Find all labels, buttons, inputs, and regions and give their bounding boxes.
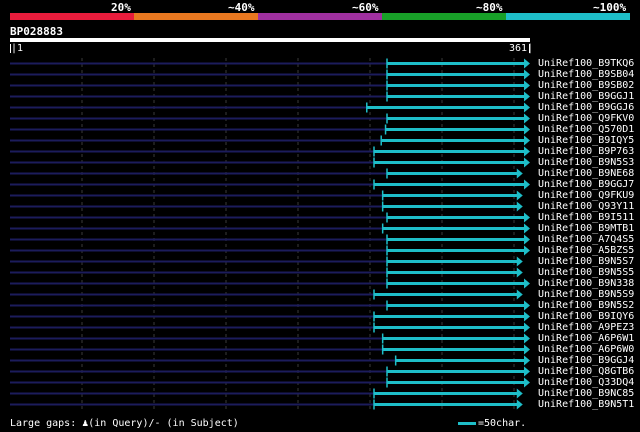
hit-arrowhead [516,256,523,267]
hit-arrowhead [516,399,523,410]
hit-arrowhead [524,212,530,223]
hit-arrowhead [516,190,523,201]
hit-label[interactable]: UniRef100_A7Q4S5 [538,234,634,245]
scale-segment [506,13,630,20]
hit-label[interactable]: UniRef100_A6P6W0 [538,344,634,355]
gap-legend: Large gaps: ♟(in Query)/- (in Subject) [10,418,239,429]
hit-arrowhead [524,234,530,245]
hit-label[interactable]: UniRef100_B9P763 [538,146,634,157]
hit-label[interactable]: UniRef100_B9N5S3 [538,157,634,168]
hit-label[interactable]: UniRef100_Q8GTB6 [538,366,634,377]
hit-label[interactable]: UniRef100_Q93Y11 [538,201,634,212]
scale-label: ~100% [593,1,627,14]
hit-label[interactable]: UniRef100_A6P6W1 [538,333,634,344]
hit-label[interactable]: UniRef100_B9N5S7 [538,256,634,267]
hit-arrowhead [524,135,530,146]
hit-label[interactable]: UniRef100_Q570D1 [538,124,634,135]
scale-segment [258,13,382,20]
hit-arrowhead [524,102,530,113]
query-start-label: |1 [11,43,24,54]
hit-arrowhead [524,91,530,102]
hit-label[interactable]: UniRef100_B9NE68 [538,168,634,179]
hit-arrowhead [524,344,530,355]
hit-arrowhead [524,278,530,289]
query-bar [10,38,530,42]
hit-arrowhead [524,366,530,377]
hit-label[interactable]: UniRef100_Q33DQ4 [538,377,634,388]
hit-label[interactable]: UniRef100_B9SB02 [538,80,634,91]
hit-label[interactable]: UniRef100_B9SB04 [538,69,634,80]
hit-label[interactable]: UniRef100_B9GGJ4 [538,355,634,366]
hit-label[interactable]: UniRef100_B9MTB1 [538,223,634,234]
scale-segment [382,13,506,20]
legend-key-label: =50char. [478,418,527,429]
hit-arrowhead [524,179,530,190]
hit-arrowhead [524,377,530,388]
hit-label[interactable]: UniRef100_A9PEZ3 [538,322,634,333]
hit-label[interactable]: UniRef100_B9GGJ1 [538,91,634,102]
hit-arrowhead [524,157,530,168]
hit-label[interactable]: UniRef100_B9N5S2 [538,300,634,311]
hit-arrowhead [524,322,530,333]
hit-label[interactable]: UniRef100_B9IQY5 [538,135,634,146]
hit-arrowhead [524,69,530,80]
identity-color-scale: 20% ~40% ~60% ~80% ~100% [10,0,630,22]
hit-label[interactable]: UniRef100_B9N338 [538,278,634,289]
hit-arrowhead [524,80,530,91]
scale-segment [134,13,258,20]
hit-label[interactable]: UniRef100_B9I511 [538,212,634,223]
scale-label: 20% [111,1,131,14]
hit-arrowhead [524,223,530,234]
hit-label[interactable]: UniRef100_B9GGJ6 [538,102,634,113]
hit-label[interactable]: UniRef100_B9GGJ7 [538,179,634,190]
hit-label[interactable]: UniRef100_B9N5S9 [538,289,634,300]
hit-arrowhead [524,245,530,256]
hit-arrowhead [516,267,523,278]
hit-label[interactable]: UniRef100_B9TKQ6 [538,58,634,69]
scale-label: ~60% [352,1,379,14]
hit-arrowhead [524,113,530,124]
query-end-tick [529,44,530,53]
hit-arrowhead [524,146,530,157]
scale-label: ~40% [228,1,255,14]
hit-arrowhead [524,300,530,311]
scale-label: ~80% [476,1,503,14]
hit-arrowhead [524,355,530,366]
scale-segment [10,13,134,20]
hit-label[interactable]: UniRef100_Q9FKV0 [538,113,634,124]
hit-arrowhead [516,388,523,399]
hit-arrowhead [516,289,523,300]
hit-label[interactable]: UniRef100_Q9FKU9 [538,190,634,201]
hit-arrowhead [524,333,530,344]
hit-label[interactable]: UniRef100_B9NC85 [538,388,634,399]
hit-arrowhead [516,168,523,179]
hit-arrowhead [524,124,530,135]
hit-label[interactable]: UniRef100_B9N5T1 [538,399,634,410]
hit-label[interactable]: UniRef100_A5BZS5 [538,245,634,256]
hit-label[interactable]: UniRef100_B9N5S5 [538,267,634,278]
hit-label[interactable]: UniRef100_B9IQY6 [538,311,634,322]
legend-key-swatch [458,422,476,425]
hit-arrowhead [524,58,530,69]
query-name: BP028883 [10,25,63,38]
hit-arrowhead [524,311,530,322]
hit-arrowhead [516,201,523,212]
